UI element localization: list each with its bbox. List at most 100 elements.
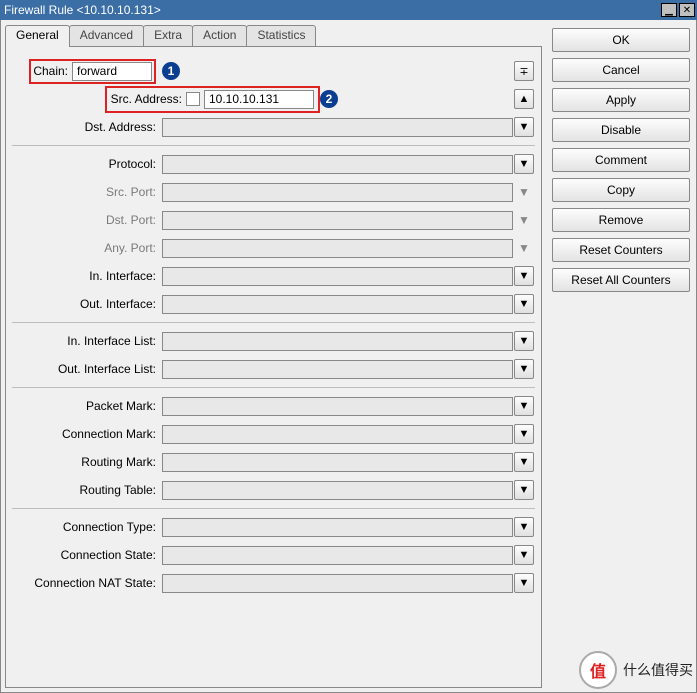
connection-state-field[interactable] bbox=[162, 546, 513, 565]
connection-mark-label: Connection Mark: bbox=[12, 427, 162, 441]
dst-port-field bbox=[162, 211, 513, 230]
in-interface-list-field[interactable] bbox=[162, 332, 513, 351]
cancel-button[interactable]: Cancel bbox=[552, 58, 690, 82]
tab-strip: General Advanced Extra Action Statistics bbox=[5, 24, 542, 46]
out-interface-expand-icon[interactable]: ▼ bbox=[514, 294, 534, 314]
out-interface-field[interactable] bbox=[162, 295, 513, 314]
minimize-icon[interactable]: ▁ bbox=[661, 3, 677, 17]
close-icon[interactable]: ✕ bbox=[679, 3, 695, 17]
routing-table-expand-icon[interactable]: ▼ bbox=[514, 480, 534, 500]
tab-advanced[interactable]: Advanced bbox=[69, 25, 144, 47]
src-address-collapse-icon[interactable]: ▲ bbox=[514, 89, 534, 109]
in-interface-field[interactable] bbox=[162, 267, 513, 286]
routing-table-label: Routing Table: bbox=[12, 483, 162, 497]
src-address-negate-checkbox[interactable] bbox=[186, 92, 200, 106]
row-connection-type: Connection Type: ▼ bbox=[12, 513, 535, 541]
watermark: 值 什么值得买 bbox=[579, 651, 693, 689]
packet-mark-field[interactable] bbox=[162, 397, 513, 416]
left-panel: General Advanced Extra Action Statistics… bbox=[1, 20, 546, 692]
tab-statistics[interactable]: Statistics bbox=[246, 25, 316, 47]
watermark-logo-icon: 值 bbox=[579, 651, 617, 689]
reset-all-counters-button[interactable]: Reset All Counters bbox=[552, 268, 690, 292]
chain-label: Chain: forward bbox=[12, 59, 162, 84]
row-src-port: Src. Port: ▼ bbox=[12, 178, 535, 206]
copy-button[interactable]: Copy bbox=[552, 178, 690, 202]
row-src-address: Src. Address: 10.10.10.131 2 ▲ bbox=[12, 85, 535, 113]
out-interface-list-expand-icon[interactable]: ▼ bbox=[514, 359, 534, 379]
disable-button[interactable]: Disable bbox=[552, 118, 690, 142]
row-connection-mark: Connection Mark: ▼ bbox=[12, 420, 535, 448]
connection-mark-field[interactable] bbox=[162, 425, 513, 444]
out-interface-list-label: Out. Interface List: bbox=[12, 362, 162, 376]
apply-button[interactable]: Apply bbox=[552, 88, 690, 112]
row-out-interface: Out. Interface: ▼ bbox=[12, 290, 535, 318]
row-out-interface-list: Out. Interface List: ▼ bbox=[12, 355, 535, 383]
watermark-text: 什么值得买 bbox=[623, 660, 693, 680]
row-chain: Chain: forward 1 ∓ bbox=[12, 57, 535, 85]
dst-port-label: Dst. Port: bbox=[12, 213, 162, 227]
routing-mark-field[interactable] bbox=[162, 453, 513, 472]
row-routing-mark: Routing Mark: ▼ bbox=[12, 448, 535, 476]
routing-mark-label: Routing Mark: bbox=[12, 455, 162, 469]
routing-mark-expand-icon[interactable]: ▼ bbox=[514, 452, 534, 472]
protocol-field[interactable] bbox=[162, 155, 513, 174]
tab-extra[interactable]: Extra bbox=[143, 25, 193, 47]
src-address-label: Src. Address: bbox=[111, 92, 182, 106]
row-packet-mark: Packet Mark: ▼ bbox=[12, 392, 535, 420]
annotation-badge-1: 1 bbox=[162, 62, 180, 80]
src-port-field bbox=[162, 183, 513, 202]
row-protocol: Protocol: ▼ bbox=[12, 150, 535, 178]
connection-state-expand-icon[interactable]: ▼ bbox=[514, 545, 534, 565]
window-title: Firewall Rule <10.10.10.131> bbox=[4, 3, 659, 17]
any-port-expand-icon: ▼ bbox=[518, 241, 530, 255]
src-port-expand-icon: ▼ bbox=[518, 185, 530, 199]
row-in-interface-list: In. Interface List: ▼ bbox=[12, 327, 535, 355]
src-port-label: Src. Port: bbox=[12, 185, 162, 199]
connection-type-field[interactable] bbox=[162, 518, 513, 537]
title-bar: Firewall Rule <10.10.10.131> ▁ ✕ bbox=[0, 0, 697, 20]
dst-address-label: Dst. Address: bbox=[12, 120, 162, 134]
row-in-interface: In. Interface: ▼ bbox=[12, 262, 535, 290]
row-dst-port: Dst. Port: ▼ bbox=[12, 206, 535, 234]
chain-dropdown-icon[interactable]: ∓ bbox=[514, 61, 534, 81]
remove-button[interactable]: Remove bbox=[552, 208, 690, 232]
connection-type-label: Connection Type: bbox=[12, 520, 162, 534]
tab-action[interactable]: Action bbox=[192, 25, 247, 47]
packet-mark-expand-icon[interactable]: ▼ bbox=[514, 396, 534, 416]
protocol-label: Protocol: bbox=[12, 157, 162, 171]
any-port-field bbox=[162, 239, 513, 258]
right-panel: OK Cancel Apply Disable Comment Copy Rem… bbox=[546, 20, 696, 692]
dst-address-field[interactable] bbox=[162, 118, 513, 137]
reset-counters-button[interactable]: Reset Counters bbox=[552, 238, 690, 262]
out-interface-list-field[interactable] bbox=[162, 360, 513, 379]
src-address-field[interactable]: 10.10.10.131 bbox=[204, 90, 314, 109]
dst-port-expand-icon: ▼ bbox=[518, 213, 530, 227]
protocol-expand-icon[interactable]: ▼ bbox=[514, 154, 534, 174]
in-interface-expand-icon[interactable]: ▼ bbox=[514, 266, 534, 286]
connection-mark-expand-icon[interactable]: ▼ bbox=[514, 424, 534, 444]
tab-general[interactable]: General bbox=[5, 25, 70, 47]
connection-nat-state-label: Connection NAT State: bbox=[12, 576, 162, 590]
in-interface-list-expand-icon[interactable]: ▼ bbox=[514, 331, 534, 351]
out-interface-label: Out. Interface: bbox=[12, 297, 162, 311]
row-routing-table: Routing Table: ▼ bbox=[12, 476, 535, 504]
comment-button[interactable]: Comment bbox=[552, 148, 690, 172]
in-interface-label: In. Interface: bbox=[12, 269, 162, 283]
row-connection-state: Connection State: ▼ bbox=[12, 541, 535, 569]
row-connection-nat-state: Connection NAT State: ▼ bbox=[12, 569, 535, 597]
row-dst-address: Dst. Address: ▼ bbox=[12, 113, 535, 141]
tab-body: Chain: forward 1 ∓ Src. Address: 10.10.1… bbox=[5, 46, 542, 688]
dst-address-expand-icon[interactable]: ▼ bbox=[514, 117, 534, 137]
chain-field[interactable]: forward bbox=[72, 62, 152, 81]
connection-nat-state-expand-icon[interactable]: ▼ bbox=[514, 573, 534, 593]
connection-state-label: Connection State: bbox=[12, 548, 162, 562]
annotation-badge-2: 2 bbox=[320, 90, 338, 108]
row-any-port: Any. Port: ▼ bbox=[12, 234, 535, 262]
connection-type-expand-icon[interactable]: ▼ bbox=[514, 517, 534, 537]
connection-nat-state-field[interactable] bbox=[162, 574, 513, 593]
routing-table-field[interactable] bbox=[162, 481, 513, 500]
ok-button[interactable]: OK bbox=[552, 28, 690, 52]
content-area: General Advanced Extra Action Statistics… bbox=[0, 20, 697, 693]
in-interface-list-label: In. Interface List: bbox=[12, 334, 162, 348]
any-port-label: Any. Port: bbox=[12, 241, 162, 255]
